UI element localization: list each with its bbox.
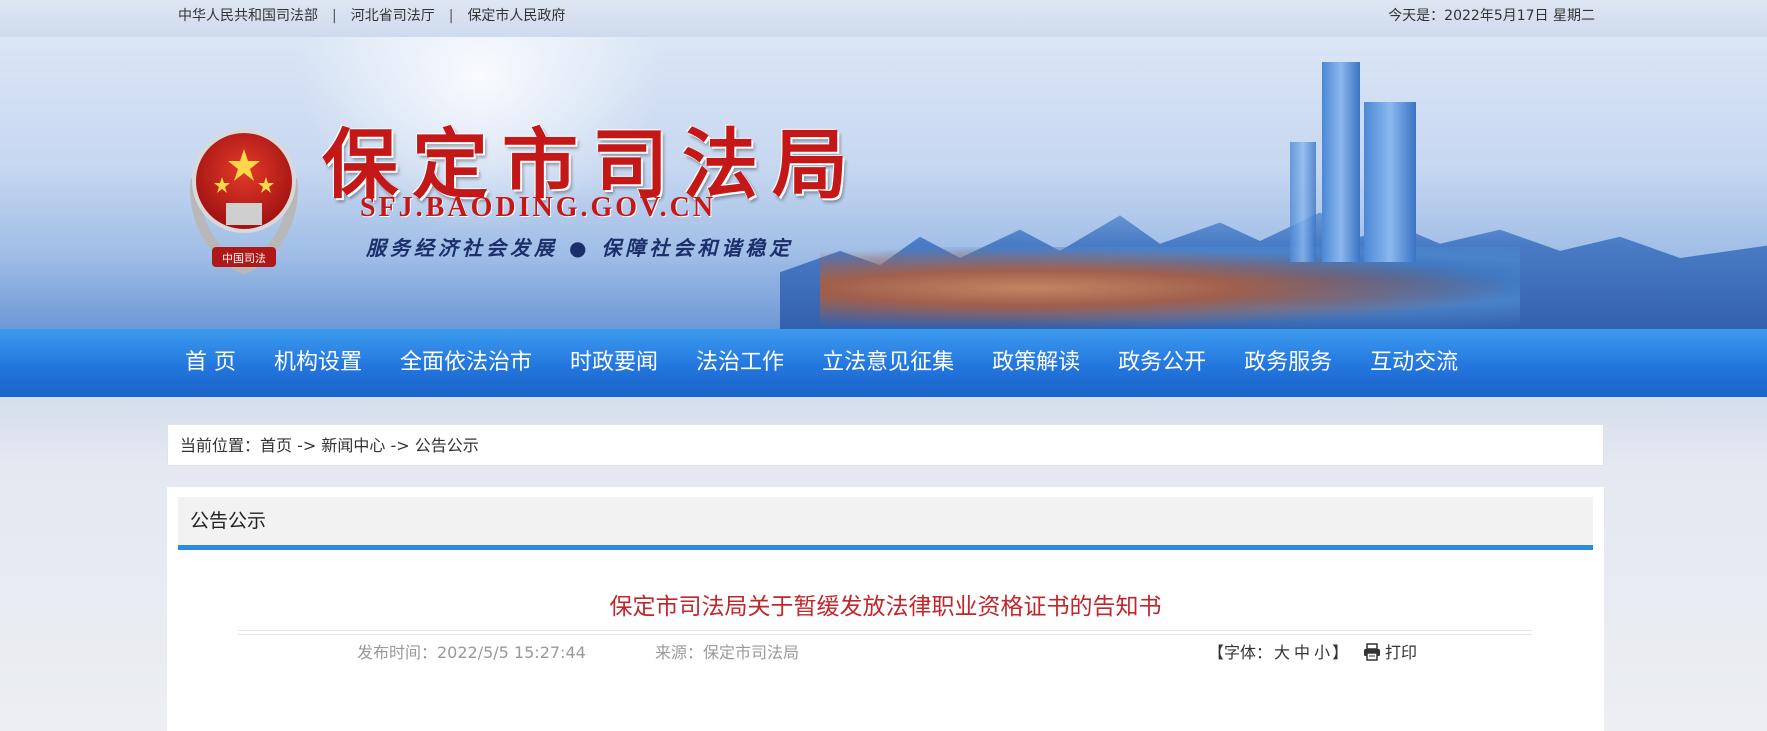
printer-icon — [1364, 643, 1380, 661]
article-title: 保定市司法局关于暂缓发放法律职业资格证书的告知书 — [609, 594, 1162, 620]
nav-item-government-services[interactable]: 政务服务 — [1225, 329, 1351, 397]
nav-item-current-affairs[interactable]: 时政要闻 — [551, 329, 677, 397]
font-size-medium[interactable]: 中 — [1294, 643, 1310, 662]
current-date: 今天是：2022年5月17日 星期二 — [1388, 8, 1595, 24]
font-size-large[interactable]: 大 — [1274, 643, 1290, 662]
breadcrumb-news-center[interactable]: 新闻中心 — [321, 436, 385, 455]
panel-heading: 公告公示 — [190, 510, 267, 532]
font-size-label: 【字体： — [1208, 643, 1273, 662]
nav-item-legal-work[interactable]: 法治工作 — [677, 329, 803, 397]
separator: | — [332, 8, 337, 24]
font-size-small[interactable]: 小 — [1314, 643, 1330, 662]
link-hebei-justice-dept[interactable]: 河北省司法厅 — [351, 5, 435, 25]
font-size-switcher: 【字体：大中小】 — [1208, 642, 1348, 664]
top-utility-bar: 中华人民共和国司法部 | 河北省司法厅 | 保定市人民政府 今天是：2022年5月17日… — [0, 0, 1767, 37]
nav-item-legislative-opinions[interactable]: 立法意见征集 — [803, 329, 973, 397]
nav-list: 首 页机构设置 全面依法治市 时政要闻 法治工作 立法意见征集 政策解读 政务公开 政务服务互… — [166, 329, 1477, 397]
article-source: 来源：保定市司法局 — [655, 643, 800, 662]
breadcrumb: 当前位置：首页 -> 新闻中心 -> 公告公示 — [167, 424, 1604, 466]
main-nav: 首 页机构设置 全面依法治市 时政要闻 法治工作 立法意见征集 政策解读 政务公开 政务服务互… — [0, 329, 1767, 397]
skyscraper — [1322, 62, 1360, 262]
divider — [238, 630, 1532, 635]
breadcrumb-arrow: -> — [385, 436, 415, 455]
font-size-label-close: 】 — [1332, 643, 1349, 662]
breadcrumb-label: 当前位置： — [180, 436, 261, 455]
breadcrumb-announcements[interactable]: 公告公示 — [415, 436, 479, 455]
nav-item-home[interactable]: 首 页 — [166, 329, 255, 397]
header-banner: 中国司法 保定市司法局 SFJ.BAODING.GOV.CN 服务经济社会发展 … — [0, 37, 1767, 329]
panel-header: 公告公示 — [178, 497, 1593, 550]
external-links: 中华人民共和国司法部 | 河北省司法厅 | 保定市人民政府 — [178, 5, 565, 25]
link-ministry-of-justice[interactable]: 中华人民共和国司法部 — [178, 5, 318, 25]
justice-emblem-icon: 中国司法 — [190, 129, 298, 275]
breadcrumb-arrow: -> — [292, 436, 322, 455]
nav-item-interaction[interactable]: 互动交流 — [1351, 329, 1477, 397]
content-panel: 公告公示 保定市司法局关于暂缓发放法律职业资格证书的告知书 发布时间：2022/… — [167, 487, 1604, 731]
nav-item-rule-of-law-city[interactable]: 全面依法治市 — [381, 329, 551, 397]
skyscraper — [1290, 142, 1316, 262]
nav-item-policy-interpretation[interactable]: 政策解读 — [973, 329, 1099, 397]
breadcrumb-home[interactable]: 首页 — [260, 436, 292, 455]
site-slogan: 服务经济社会发展 ● 保障社会和谐稳定 — [366, 236, 794, 260]
publish-time: 发布时间：2022/5/5 15:27:44 — [357, 643, 586, 662]
print-label: 打印 — [1385, 643, 1418, 662]
skyscraper — [1364, 102, 1416, 262]
link-baoding-gov[interactable]: 保定市人民政府 — [467, 5, 565, 25]
print-button[interactable]: 打印 — [1363, 642, 1417, 664]
emblem-text: 中国司法 — [222, 251, 266, 265]
nav-item-organization[interactable]: 机构设置 — [255, 329, 381, 397]
separator: | — [448, 8, 454, 24]
nav-item-government-disclosure[interactable]: 政务公开 — [1099, 329, 1225, 397]
site-domain: SFJ.BAODING.GOV.CN — [360, 192, 717, 223]
